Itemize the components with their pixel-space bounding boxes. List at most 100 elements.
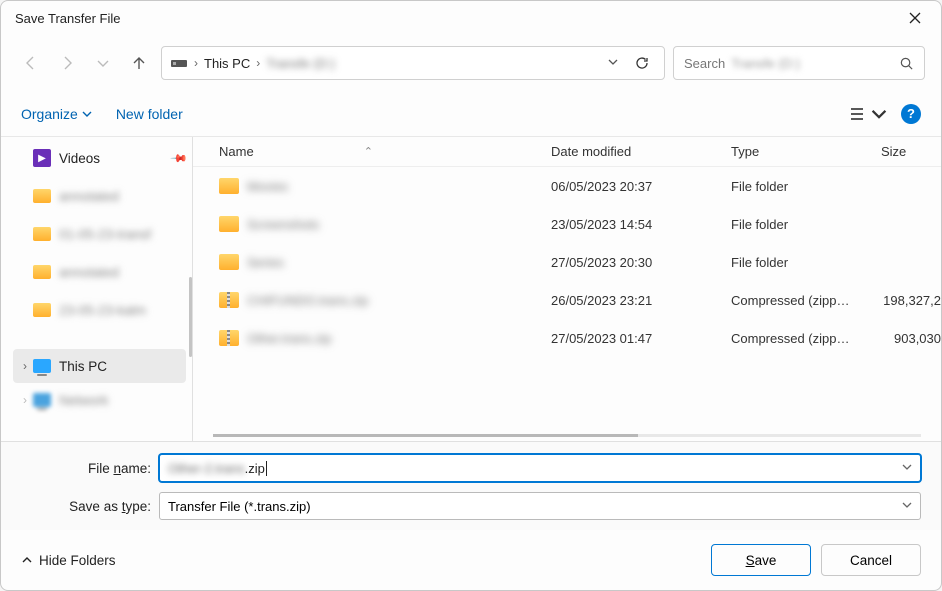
file-type: Compressed (zipp… — [731, 331, 881, 346]
expand-icon[interactable]: › — [23, 393, 27, 407]
saveastype-dropdown[interactable] — [902, 500, 912, 513]
pin-icon: 📌 — [170, 149, 189, 168]
folder-icon — [219, 216, 239, 232]
close-button[interactable] — [895, 4, 935, 32]
sidebar-item-thispc[interactable]: › This PC — [13, 349, 186, 383]
file-name: Series — [247, 255, 284, 270]
caret-down-icon — [871, 106, 887, 122]
file-date: 26/05/2023 23:21 — [551, 293, 731, 308]
chevron-icon: › — [256, 56, 260, 70]
sidebar-item-network[interactable]: › Network — [13, 383, 186, 417]
file-size: 903,030 — [881, 331, 941, 346]
file-type: File folder — [731, 217, 881, 232]
nav-buttons — [17, 49, 153, 77]
titlebar: Save Transfer File — [1, 1, 941, 35]
arrow-up-icon — [131, 55, 147, 71]
address-dropdown[interactable] — [604, 56, 622, 71]
file-name: Movies — [247, 179, 288, 194]
help-icon: ? — [907, 106, 915, 121]
col-size[interactable]: Size — [881, 144, 941, 159]
sidebar-label: 01-05-23-transf — [59, 227, 151, 242]
folder-icon — [33, 189, 51, 203]
sidebar-item-folder[interactable]: annotated — [13, 177, 186, 215]
file-row[interactable]: Series 27/05/2023 20:30File folder — [193, 243, 941, 281]
file-pane: Name⌃ Date modified Type Size Movies06/0… — [193, 137, 941, 441]
forward-button[interactable] — [53, 49, 81, 77]
col-type[interactable]: Type — [731, 144, 881, 159]
filename-suffix: .zip — [245, 461, 265, 476]
sidebar-label: Videos — [59, 151, 100, 166]
search-scope: Transfe (D:) — [731, 56, 800, 71]
chevron-down-icon — [95, 55, 111, 71]
window-title: Save Transfer File — [15, 11, 121, 26]
file-date: 27/05/2023 20:30 — [551, 255, 731, 270]
zip-icon — [219, 330, 239, 346]
file-name: Screenshots — [247, 217, 319, 232]
cancel-label: Cancel — [850, 553, 892, 568]
breadcrumb-drive[interactable]: Transfe (D:) — [266, 56, 335, 71]
sidebar-item-folder[interactable]: annotated — [13, 253, 186, 291]
search-icon — [899, 56, 914, 71]
chevron-up-icon — [21, 554, 33, 566]
arrow-left-icon — [23, 55, 39, 71]
hide-folders-button[interactable]: Hide Folders — [21, 553, 116, 568]
file-type: Compressed (zipp… — [731, 293, 881, 308]
videos-icon: ▶ — [33, 149, 51, 167]
file-row[interactable]: Screenshots 23/05/2023 14:54File folder — [193, 205, 941, 243]
col-name[interactable]: Name⌃ — [219, 144, 551, 159]
view-button[interactable] — [849, 106, 887, 122]
sidebar-item-folder[interactable]: 01-05-23-transf — [13, 215, 186, 253]
column-headers: Name⌃ Date modified Type Size — [193, 137, 941, 167]
sort-caret-icon: ⌃ — [364, 145, 373, 158]
file-date: 23/05/2023 14:54 — [551, 217, 731, 232]
save-button[interactable]: Save — [711, 544, 811, 576]
file-type: File folder — [731, 255, 881, 270]
file-date: 27/05/2023 01:47 — [551, 331, 731, 346]
file-name: CHIFUNDO.trans.zip — [247, 293, 368, 308]
recent-button[interactable] — [89, 49, 117, 77]
filename-dropdown[interactable] — [902, 462, 912, 475]
toolbar: Organize New folder ? — [1, 91, 941, 137]
cancel-button[interactable]: Cancel — [821, 544, 921, 576]
expand-icon[interactable]: › — [23, 359, 27, 373]
file-row[interactable]: Movies06/05/2023 20:37File folder — [193, 167, 941, 205]
address-bar[interactable]: › This PC › Transfe (D:) — [161, 46, 665, 80]
organize-label: Organize — [21, 106, 78, 122]
search-box[interactable]: Search Transfe (D:) — [673, 46, 925, 80]
hide-folders-label: Hide Folders — [39, 553, 116, 568]
file-size: 198,327,2 — [881, 293, 941, 308]
col-date[interactable]: Date modified — [551, 144, 731, 159]
breadcrumb-thispc[interactable]: This PC — [204, 56, 250, 71]
folder-icon — [219, 254, 239, 270]
sidebar-label: This PC — [59, 359, 107, 374]
horizontal-scrollbar[interactable] — [213, 434, 921, 437]
help-button[interactable]: ? — [901, 104, 921, 124]
sidebar-item-videos[interactable]: ▶ Videos 📌 — [13, 139, 186, 177]
search-prefix: Search — [684, 56, 725, 71]
filename-input[interactable]: Other-2.trans.zip — [159, 454, 921, 482]
new-folder-label: New folder — [116, 106, 183, 122]
saveastype-label: Save as type: — [21, 499, 151, 514]
new-folder-button[interactable]: New folder — [116, 106, 183, 122]
back-button[interactable] — [17, 49, 45, 77]
saveastype-value: Transfer File (*.trans.zip) — [168, 499, 311, 514]
refresh-button[interactable] — [628, 55, 656, 71]
up-button[interactable] — [125, 49, 153, 77]
zip-icon — [219, 292, 239, 308]
refresh-icon — [634, 55, 650, 71]
folder-icon — [33, 227, 51, 241]
body: ▶ Videos 📌 annotated 01-05-23-transf ann… — [1, 137, 941, 441]
saveastype-select[interactable]: Transfer File (*.trans.zip) — [159, 492, 921, 520]
network-icon — [33, 393, 51, 407]
file-row[interactable]: CHIFUNDO.trans.zip 26/05/2023 23:21Compre… — [193, 281, 941, 319]
folder-icon — [33, 303, 51, 317]
chevron-down-icon — [607, 56, 619, 68]
arrow-right-icon — [59, 55, 75, 71]
sidebar-item-folder[interactable]: 23-05-23-kalm — [13, 291, 186, 329]
organize-button[interactable]: Organize — [21, 106, 92, 122]
save-dialog: Save Transfer File › This PC › Transfe (… — [0, 0, 942, 591]
footer: Hide Folders Save Cancel — [1, 530, 941, 590]
sidebar-scrollbar[interactable] — [189, 277, 192, 357]
filename-label: File name: — [21, 461, 151, 476]
file-row[interactable]: Other.trans.zip27/05/2023 01:47Compresse… — [193, 319, 941, 357]
